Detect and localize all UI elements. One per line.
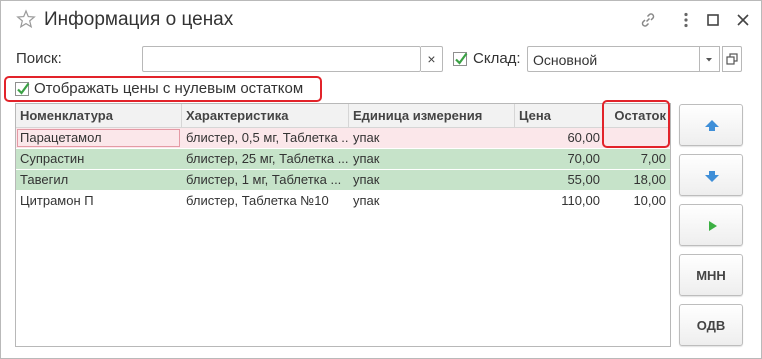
cell-nomenclature: Тавегил: [20, 172, 69, 187]
warehouse-dropdown-button[interactable]: [700, 46, 720, 72]
column-header-price[interactable]: Цена: [515, 104, 604, 128]
clear-search-button[interactable]: ×: [421, 46, 443, 72]
column-header-characteristic[interactable]: Характеристика: [182, 104, 349, 128]
move-up-button[interactable]: [679, 104, 743, 146]
cell-nomenclature: Супрастин: [20, 151, 85, 166]
odv-button-label: ОДВ: [696, 318, 726, 333]
checkmark-icon: [455, 52, 468, 65]
cell-characteristic: блистер, Таблетка №10: [186, 193, 329, 208]
stock-column-highlight-frame: [602, 100, 670, 148]
cell-nomenclature: Парацетамол: [20, 130, 102, 145]
table-row[interactable]: Цитрамон П блистер, Таблетка №10 упак 11…: [16, 191, 670, 211]
warehouse-open-button[interactable]: [722, 46, 742, 72]
cell-nomenclature: Цитрамон П: [20, 193, 94, 208]
move-down-button[interactable]: [679, 154, 743, 196]
search-input[interactable]: [142, 46, 421, 72]
table-row[interactable]: Тавегил блистер, 1 мг, Таблетка ... упак…: [16, 170, 670, 190]
warehouse-checkbox[interactable]: [453, 52, 468, 66]
cell-stock: 18,00: [633, 172, 666, 187]
cell-characteristic: блистер, 1 мг, Таблетка ...: [186, 172, 342, 187]
link-icon[interactable]: [639, 11, 657, 29]
show-zero-stock-checkbox[interactable]: [15, 82, 30, 96]
cell-unit: упак: [353, 172, 380, 187]
price-info-window: Информация о ценах Поиск: × Склад: Основ…: [0, 0, 762, 359]
cell-price: 110,00: [561, 193, 600, 208]
run-button[interactable]: [679, 204, 743, 246]
cell-unit: упак: [353, 130, 380, 145]
cell-stock: 7,00: [640, 151, 666, 166]
cell-price: 70,00: [567, 151, 600, 166]
arrow-up-icon: [705, 120, 719, 131]
cell-unit: упак: [353, 193, 380, 208]
table-header: Номенклатура Характеристика Единица изме…: [16, 104, 670, 128]
price-table[interactable]: Номенклатура Характеристика Единица изме…: [15, 103, 671, 347]
odv-button[interactable]: ОДВ: [679, 304, 743, 346]
arrow-down-icon: [705, 171, 719, 182]
cell-unit: упак: [353, 151, 380, 166]
cell-price: 60,00: [567, 130, 600, 145]
mnn-button-label: МНН: [696, 268, 726, 283]
warehouse-field[interactable]: Основной: [527, 46, 700, 72]
table-row[interactable]: Парацетамол блистер, 0,5 мг, Таблетка ..…: [16, 128, 670, 148]
more-menu-icon[interactable]: [677, 11, 695, 29]
mnn-button[interactable]: МНН: [679, 254, 743, 296]
column-header-nomenclature[interactable]: Номенклатура: [16, 104, 182, 128]
close-icon[interactable]: [734, 11, 752, 29]
cell-stock: 10,00: [633, 193, 666, 208]
favorite-star-icon[interactable]: [16, 9, 36, 29]
window-title: Информация о ценах: [44, 9, 234, 30]
cell-characteristic: блистер, 0,5 мг, Таблетка ...: [186, 130, 349, 145]
column-header-unit[interactable]: Единица измерения: [349, 104, 515, 128]
search-label: Поиск:: [16, 50, 62, 67]
cell-price: 55,00: [567, 172, 600, 187]
checkmark-icon: [17, 82, 30, 95]
open-window-icon: [726, 53, 738, 65]
cell-characteristic: блистер, 25 мг, Таблетка ...: [186, 151, 349, 166]
warehouse-label: Склад:: [473, 50, 521, 67]
show-zero-stock-label[interactable]: Отображать цены с нулевым остатком: [34, 80, 303, 97]
chevron-down-icon: [706, 58, 712, 62]
play-icon: [709, 221, 717, 231]
table-row[interactable]: Супрастин блистер, 25 мг, Таблетка ... у…: [16, 149, 670, 169]
maximize-icon[interactable]: [704, 11, 722, 29]
